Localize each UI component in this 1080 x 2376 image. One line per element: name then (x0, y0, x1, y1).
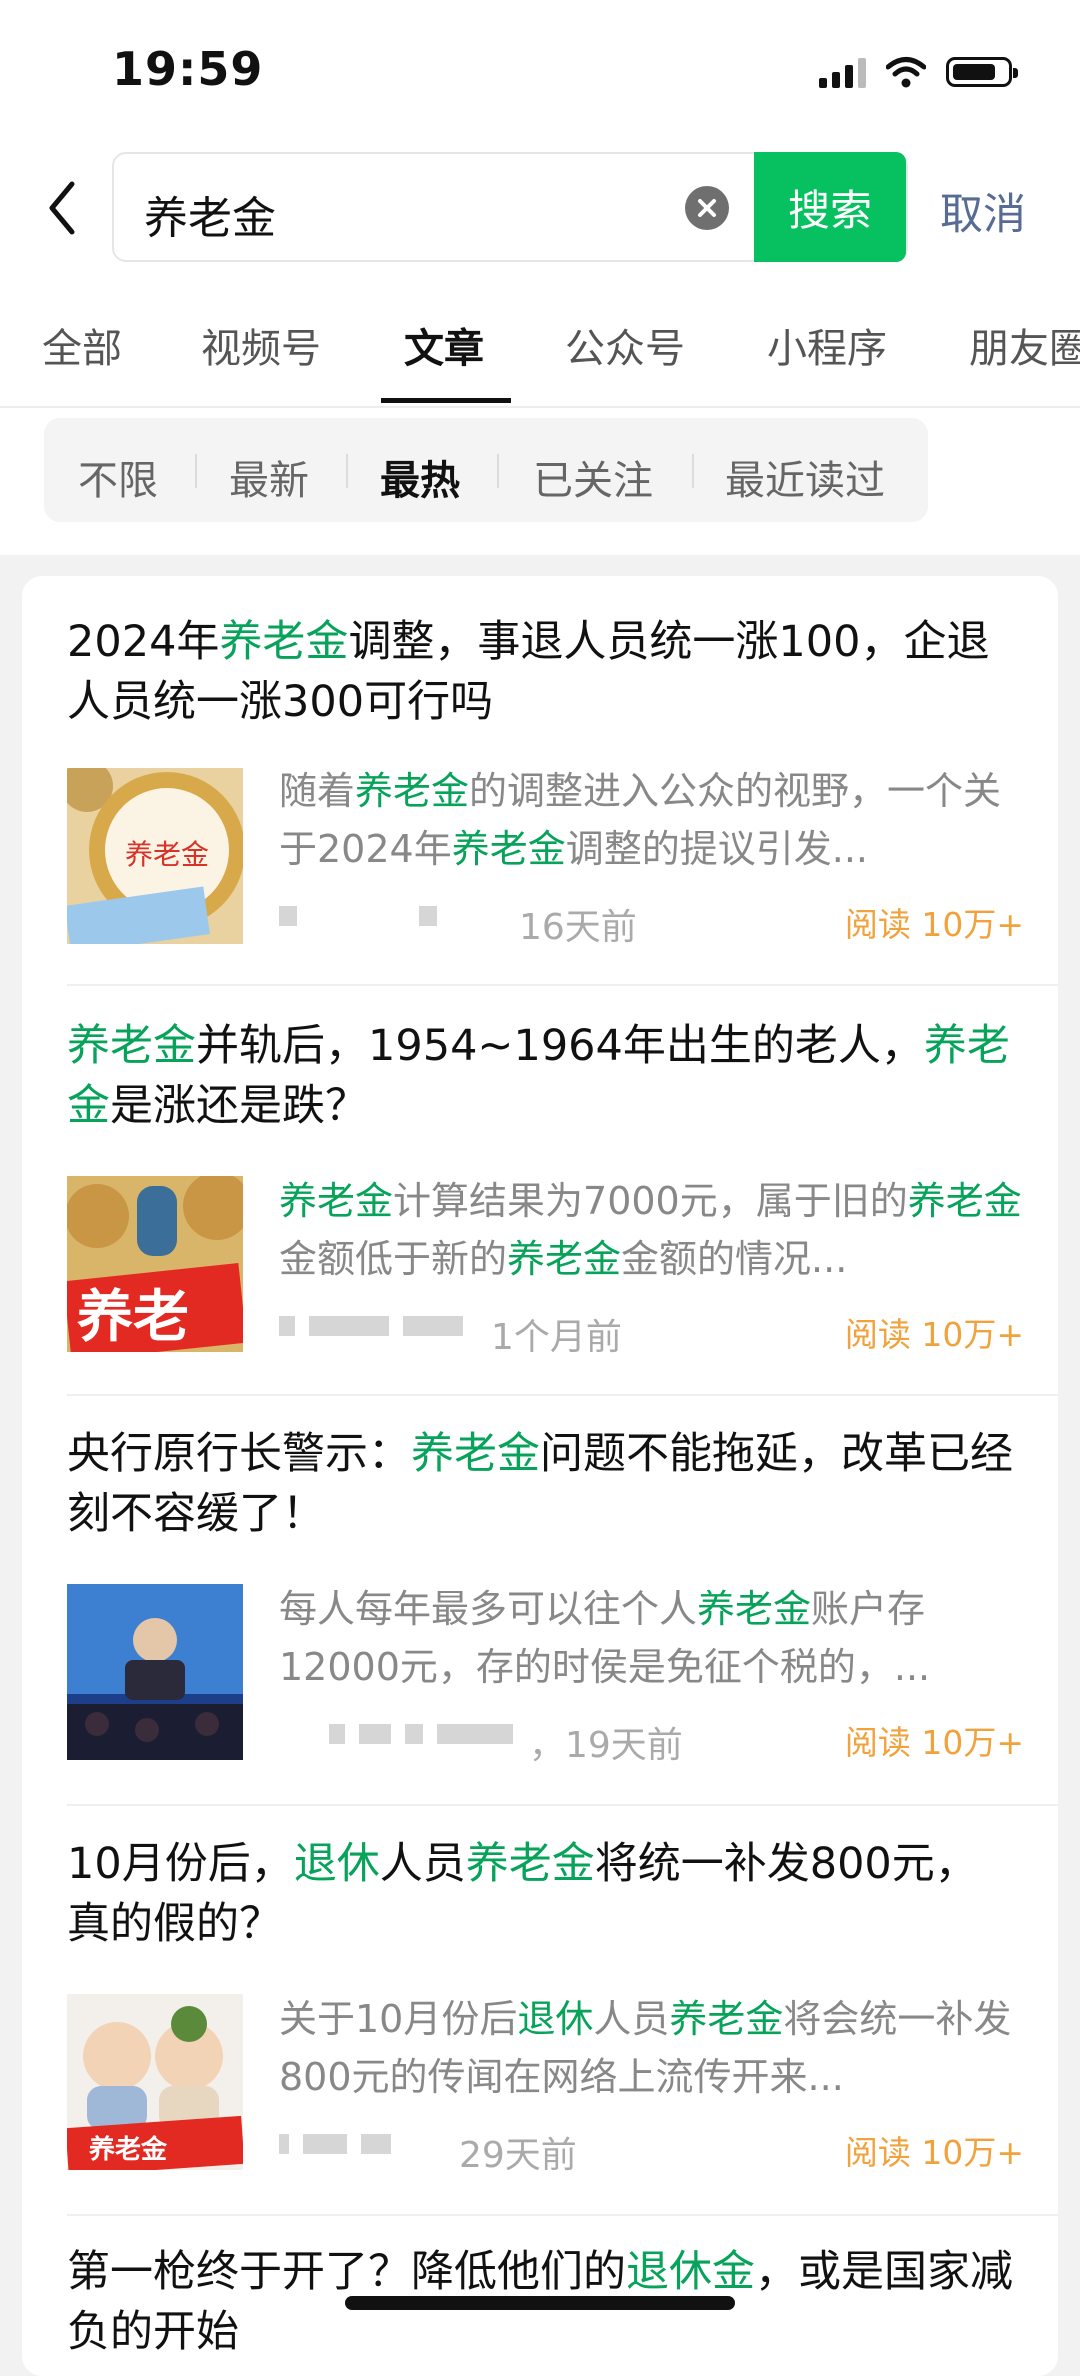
list-item[interactable]: 养老金并轨后，1954~1964年出生的老人，养老金是涨还是跌？ 养老 养老金计… (22, 986, 1058, 1396)
keyword-highlight: 养老金 (279, 1179, 394, 1223)
status-icons (819, 52, 1018, 92)
article-thumbnail (67, 1584, 243, 1760)
text-segment: 每人每年最多可以往个人 (279, 1587, 698, 1631)
search-button[interactable]: 搜索 (754, 152, 906, 262)
text-segment: 第一枪终于开了？降低他们的 (67, 2247, 626, 2297)
keyword-highlight: 养老金 (451, 827, 566, 871)
article-meta: 1个月前 阅读 10万+ (279, 1308, 1024, 1358)
list-item[interactable]: 2024年养老金调整，事退人员统一涨100，企退人员统一涨300可行吗 养老金 … (22, 576, 1058, 986)
filter-any[interactable]: 不限 (78, 448, 158, 506)
text-segment: 并轨后，1954~1964年出生的老人， (196, 1021, 924, 1071)
article-summary: 每人每年最多可以往个人养老金账户存12000元，存的时侯是免征个税的，... (279, 1580, 1024, 1696)
keyword-highlight: 养老金 (411, 1429, 540, 1479)
text-segment: 人员 (379, 1839, 466, 1889)
read-count: 阅读 10万+ (844, 1723, 1024, 1762)
source-name-blurred (329, 1724, 513, 1744)
tab-all[interactable]: 全部 (42, 316, 122, 374)
status-time: 19:59 (112, 42, 264, 96)
divider (346, 454, 348, 488)
read-count: 阅读 10万+ (844, 905, 1024, 944)
divider (692, 454, 694, 488)
tab-official-accounts[interactable]: 公众号 (565, 316, 685, 374)
chevron-left-icon (49, 181, 75, 235)
article-thumbnail: 养老金 (67, 768, 243, 944)
article-title: 10月份后，退休人员养老金将统一补发800元，真的假的？ (67, 1834, 1017, 1954)
source-name-blurred (279, 2134, 391, 2154)
filter-followed[interactable]: 已关注 (533, 448, 653, 506)
divider (195, 454, 197, 488)
divider (0, 406, 1080, 408)
text-segment: 调整的提议引发... (565, 827, 868, 871)
tab-bar: 全部 视频号 文章 公众号 小程序 朋友圈 (0, 300, 1080, 408)
tab-articles[interactable]: 文章 (404, 316, 484, 374)
back-button[interactable] (40, 178, 90, 238)
article-thumbnail: 养老金 (67, 1994, 243, 2170)
read-count: 阅读 10万+ (844, 1315, 1024, 1354)
wifi-icon (886, 57, 926, 88)
article-time: 16天前 (519, 907, 637, 948)
keyword-highlight: 养老金 (465, 1839, 595, 1889)
text-segment: 随着 (279, 769, 356, 813)
text-segment: 关于10月份后 (279, 1997, 518, 2041)
thumbnail-text: 养老 (77, 1285, 189, 1350)
article-meta: ，19天前 阅读 10万+ (279, 1716, 1024, 1766)
article-time: ，19天前 (529, 1725, 683, 1766)
text-segment: 金额的情况... (621, 1237, 848, 1281)
article-summary: 关于10月份后退休人员养老金将会统一补发800元的传闻在网络上流传开来... (279, 1990, 1024, 2106)
read-count: 阅读 10万+ (844, 2133, 1024, 2172)
header-area: 19:59 养老金 搜索 取消 全部 视频号 文章 公众号 小程序 朋友圈 不限… (0, 0, 1080, 555)
keyword-highlight: 养老金 (67, 1021, 196, 1071)
list-item[interactable]: 10月份后，退休人员养老金将统一补发800元，真的假的？ 养老金 关于10月份后… (22, 1806, 1058, 2216)
filter-bar: 不限 最新 最热 已关注 最近读过 (44, 418, 928, 522)
filter-latest[interactable]: 最新 (229, 448, 309, 506)
keyword-highlight: 退休金 (626, 2247, 755, 2297)
list-item[interactable]: 央行原行长警示：养老金问题不能拖延，改革已经刻不容缓了！ 每人每年最多可以往个人… (22, 1396, 1058, 1806)
text-segment: 10月份后， (67, 1839, 294, 1889)
keyword-highlight: 养老金 (219, 617, 349, 667)
clear-icon[interactable] (685, 186, 729, 230)
source-name-blurred (279, 1316, 463, 1336)
keyword-highlight: 养老金 (507, 1237, 622, 1281)
article-meta: 29天前 阅读 10万+ (279, 2126, 1024, 2176)
article-title: 央行原行长警示：养老金问题不能拖延，改革已经刻不容缓了！ (67, 1424, 1017, 1544)
keyword-highlight: 退休 (293, 1839, 380, 1889)
text-segment: 人员 (593, 1997, 670, 2041)
tab-channels[interactable]: 视频号 (201, 316, 321, 374)
keyword-highlight: 养老金 (355, 769, 470, 813)
search-query: 养老金 (144, 193, 276, 244)
text-segment: 金额低于新的 (279, 1237, 508, 1281)
signal-icon (819, 56, 866, 88)
cancel-button[interactable]: 取消 (940, 180, 1026, 242)
article-title: 养老金并轨后，1954~1964年出生的老人，养老金是涨还是跌？ (67, 1016, 1017, 1136)
keyword-highlight: 养老金 (669, 1997, 784, 2041)
text-segment: 2024年 (67, 617, 220, 667)
keyword-highlight: 退休 (517, 1997, 594, 2041)
text-segment: 计算结果为7000元，属于旧的 (393, 1179, 908, 1223)
filter-recently-read[interactable]: 最近读过 (725, 448, 885, 506)
tab-mini-programs[interactable]: 小程序 (767, 316, 887, 374)
article-time: 1个月前 (491, 1317, 622, 1358)
filter-hottest[interactable]: 最热 (380, 448, 460, 506)
home-indicator (345, 2296, 735, 2310)
article-time: 29天前 (459, 2135, 577, 2176)
active-tab-indicator (381, 398, 511, 403)
text-segment: 央行原行长警示： (67, 1429, 411, 1479)
results-list: 2024年养老金调整，事退人员统一涨100，企退人员统一涨300可行吗 养老金 … (22, 576, 1058, 2376)
source-name-blurred (279, 906, 437, 926)
article-summary: 养老金计算结果为7000元，属于旧的养老金金额低于新的养老金金额的情况... (279, 1172, 1024, 1288)
tab-moments[interactable]: 朋友圈 (969, 316, 1080, 374)
thumbnail-text: 养老金 (88, 2134, 168, 2165)
article-summary: 随着养老金的调整进入公众的视野，一个关于2024年养老金调整的提议引发... (279, 762, 1024, 878)
thumbnail-text: 养老金 (125, 838, 209, 871)
article-title: 2024年养老金调整，事退人员统一涨100，企退人员统一涨300可行吗 (67, 612, 1017, 732)
battery-icon (946, 57, 1018, 87)
text-segment: 是涨还是跌？ (110, 1081, 368, 1131)
keyword-highlight: 养老金 (907, 1179, 1022, 1223)
article-meta: 16天前 阅读 10万+ (279, 898, 1024, 948)
keyword-highlight: 养老金 (697, 1587, 812, 1631)
article-thumbnail: 养老 (67, 1176, 243, 1352)
divider (497, 454, 499, 488)
